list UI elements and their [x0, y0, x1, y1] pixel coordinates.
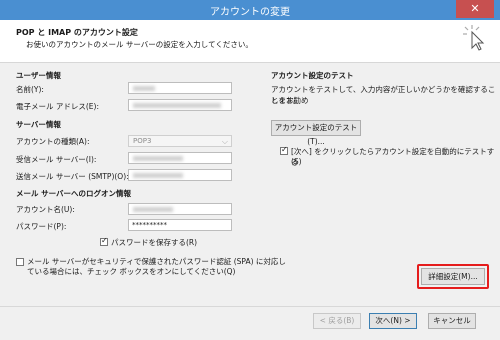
- next-button[interactable]: 次へ(N) >: [369, 313, 417, 329]
- account-type-label: アカウントの種類(A):: [16, 137, 90, 146]
- password-input[interactable]: **********: [128, 219, 232, 231]
- more-settings-button[interactable]: 詳細設定(M)...: [421, 268, 485, 285]
- back-button[interactable]: < 戻る(B): [313, 313, 361, 329]
- email-label: 電子メール アドレス(E):: [16, 102, 100, 111]
- test-desc-line1: アカウントをテストして、入力内容が正しいかどうかを確認することをお勧め: [271, 85, 496, 105]
- test-heading: アカウント設定のテスト: [271, 71, 354, 80]
- account-type-select[interactable]: POP3 ⌵: [128, 135, 232, 147]
- account-type-value: POP3: [133, 137, 152, 145]
- name-input[interactable]: [128, 82, 232, 94]
- incoming-server-input[interactable]: [128, 152, 232, 164]
- window-title: アカウントの変更: [210, 7, 290, 18]
- save-password-checkbox[interactable]: ✓: [100, 236, 108, 246]
- test-account-button[interactable]: アカウント設定のテスト(T)...: [271, 120, 361, 146]
- test-desc-line2: します。: [271, 96, 301, 105]
- incoming-server-label: 受信メール サーバー(I):: [16, 155, 97, 164]
- auto-test-checkbox[interactable]: ✓: [280, 145, 288, 155]
- cancel-button[interactable]: キャンセル: [428, 313, 476, 329]
- logon-info-heading: メール サーバーへのログオン情報: [16, 189, 132, 198]
- footer-divider: [0, 306, 500, 307]
- outgoing-server-label: 送信メール サーバー (SMTP)(O):: [16, 172, 129, 181]
- save-password-label: パスワードを保存する(R): [111, 238, 198, 247]
- email-input[interactable]: [128, 99, 232, 111]
- spa-checkbox[interactable]: [16, 258, 24, 266]
- auto-test-label-line1: [次へ] をクリックしたらアカウント設定を自動的にテストする: [291, 147, 495, 167]
- close-button[interactable]: ✕: [456, 0, 494, 18]
- spa-label-line2: ている場合には、チェック ボックスをオンにしてください(Q): [27, 267, 236, 276]
- wizard-cursor-icon: [463, 25, 485, 51]
- account-name-input[interactable]: [128, 203, 232, 215]
- header-subtitle: お使いのアカウントのメール サーバーの設定を入力してください。: [26, 40, 253, 49]
- check-icon: ✓: [101, 236, 108, 245]
- server-info-heading: サーバー情報: [16, 120, 61, 129]
- user-info-heading: ユーザー情報: [16, 71, 61, 80]
- chevron-down-icon: ⌵: [221, 137, 228, 146]
- account-name-label: アカウント名(U):: [16, 205, 75, 214]
- check-icon: ✓: [281, 145, 288, 154]
- password-label: パスワード(P):: [16, 222, 67, 231]
- header-title: POP と IMAP のアカウント設定: [16, 28, 138, 37]
- outgoing-server-input[interactable]: [128, 169, 232, 181]
- name-label: 名前(Y):: [16, 85, 44, 94]
- auto-test-label-line2: (S): [291, 157, 302, 166]
